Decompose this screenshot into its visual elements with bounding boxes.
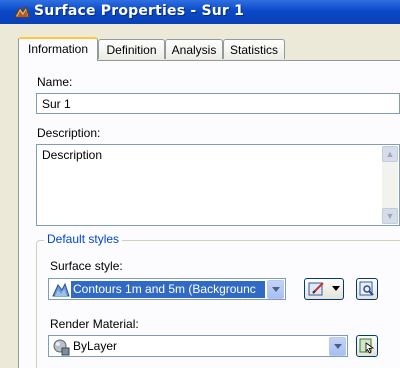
tab-definition[interactable]: Definition <box>98 39 165 59</box>
tab-analysis[interactable]: Analysis <box>165 39 223 59</box>
description-text: Description <box>42 148 103 162</box>
scroll-down-icon[interactable]: ▼ <box>382 208 398 224</box>
default-styles-title: Default styles <box>44 232 123 246</box>
render-material-select[interactable]: ByLayer <box>48 335 348 357</box>
surface-style-select[interactable]: Contours 1m and 5m (Backgrounc <box>48 278 286 300</box>
edit-menu-arrow-icon <box>332 286 340 291</box>
magnifier-icon <box>359 281 374 296</box>
tab-statistics[interactable]: Statistics <box>223 39 285 59</box>
tab-information[interactable]: Information <box>18 37 98 61</box>
title-bar[interactable]: Surface Properties - Sur 1 <box>0 0 400 24</box>
description-scrollbar[interactable]: ▲ ▼ <box>382 146 398 224</box>
edit-style-button[interactable] <box>304 278 344 300</box>
surface-app-icon <box>14 5 30 18</box>
surface-style-value: Contours 1m and 5m (Backgrounc <box>71 281 265 298</box>
description-label: Description: <box>37 126 101 140</box>
pick-material-button[interactable] <box>356 335 378 357</box>
chevron-down-icon[interactable] <box>329 337 346 356</box>
material-sphere-icon <box>53 339 70 356</box>
window-title: Surface Properties - Sur 1 <box>34 3 245 19</box>
surface-style-label: Surface style: <box>50 259 123 273</box>
preview-style-button[interactable] <box>356 278 378 300</box>
edit-style-icon <box>308 282 324 296</box>
pick-material-icon <box>359 338 375 354</box>
name-label: Name: <box>37 75 73 89</box>
scroll-up-icon[interactable]: ▲ <box>382 146 398 162</box>
surface-style-icon <box>52 282 70 297</box>
name-input[interactable]: Sur 1 <box>36 93 400 114</box>
render-material-label: Render Material: <box>50 317 139 331</box>
render-material-value: ByLayer <box>73 339 118 353</box>
description-textarea[interactable]: Description ▲ ▼ <box>36 144 400 226</box>
chevron-down-icon[interactable] <box>267 280 284 299</box>
